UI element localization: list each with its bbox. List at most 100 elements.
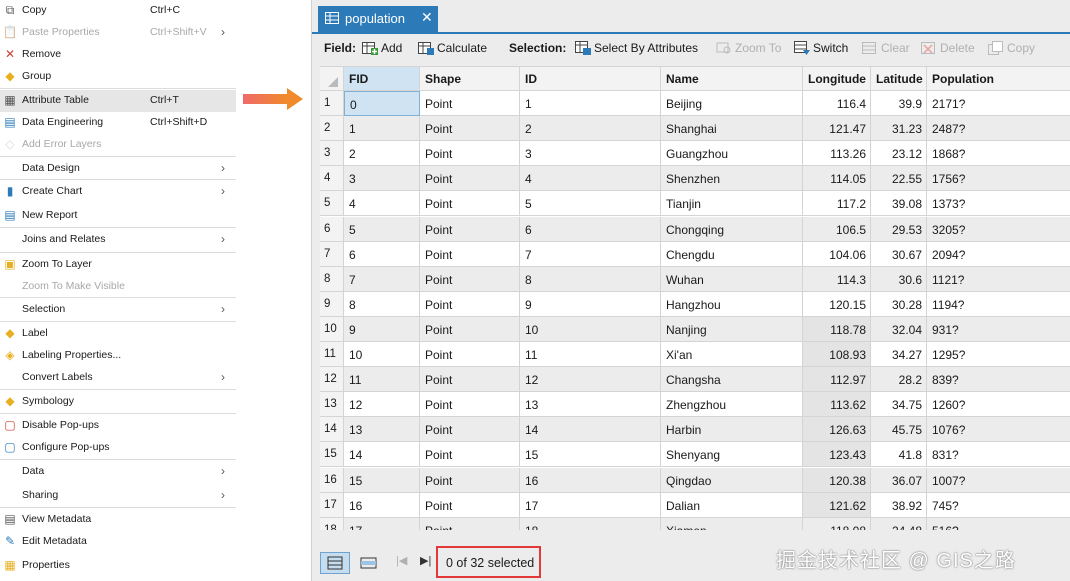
menu-item-data-design[interactable]: Data Design › <box>0 158 236 180</box>
attribute-table-pane: population ✕ Field: Add Calculate Select… <box>311 0 1070 581</box>
table-row[interactable]: 12 11 Point 12 Changsha 112.97 28.2 839? <box>320 367 1070 393</box>
show-selected-records-button[interactable] <box>360 554 378 572</box>
row-number[interactable]: 4 <box>320 166 344 192</box>
table-cell-id: 18 <box>520 517 661 530</box>
row-number[interactable]: 11 <box>320 342 344 367</box>
select-all-corner[interactable] <box>320 67 344 91</box>
row-number[interactable]: 3 <box>320 141 344 167</box>
menu-item-selection[interactable]: Selection › <box>0 299 236 321</box>
row-number[interactable]: 8 <box>320 266 344 292</box>
menu-item-disable-pop-ups[interactable]: ▢ Disable Pop-ups <box>0 415 236 437</box>
row-number[interactable]: 13 <box>320 392 344 418</box>
menu-item-attribute-table[interactable]: ▦ Attribute Table Ctrl+T <box>0 90 236 112</box>
clear-selection-icon <box>862 41 878 55</box>
table-row[interactable]: 11 10 Point 11 Xi'an 108.93 34.27 1295? <box>320 342 1070 367</box>
menu-item-label[interactable]: ◆ Label <box>0 323 236 345</box>
table-row[interactable]: 1817Point18Xiamen118.0824.48516? <box>320 517 1070 530</box>
add-field-button[interactable]: Add <box>362 41 402 55</box>
menu-item-group[interactable]: ◆ Group <box>0 66 236 88</box>
copy-selection-button[interactable]: Copy <box>988 41 1035 55</box>
table-cell-name: Chongqing <box>661 216 803 242</box>
menu-item-edit-metadata[interactable]: ✎ Edit Metadata <box>0 531 236 553</box>
menu-item-new-report[interactable]: ▤ New Report <box>0 205 236 227</box>
add-label: Add <box>381 41 403 55</box>
table-cell-shape: Point <box>420 216 520 242</box>
menu-item-copy[interactable]: ⧉ Copy Ctrl+C <box>0 0 236 22</box>
menu-separator <box>0 507 236 508</box>
table-row[interactable]: 6 5 Point 6 Chongqing 106.5 29.53 3205? <box>320 216 1070 242</box>
menu-item-data[interactable]: Data › <box>0 461 236 483</box>
close-icon[interactable]: ✕ <box>421 9 433 26</box>
table-row[interactable]: 3 2 Point 3 Guangzhou 113.26 23.12 1868? <box>320 141 1070 167</box>
menu-item-symbology[interactable]: ◆ Symbology <box>0 391 236 413</box>
menu-item-convert-labels[interactable]: Convert Labels › <box>0 367 236 389</box>
table-row[interactable]: 1 0 Point 1 Beijing 116.4 39.9 2171? <box>320 91 1070 116</box>
table-cell-id: 10 <box>520 316 661 342</box>
edit-metadata-icon: ✎ <box>4 534 16 548</box>
row-number[interactable]: 12 <box>320 367 344 393</box>
copy-label: Copy <box>1007 41 1036 55</box>
zoom-to-button[interactable]: Zoom To <box>716 41 781 55</box>
menu-item-properties[interactable]: ▦ Properties <box>0 555 236 577</box>
table-row[interactable]: 16 15 Point 16 Qingdao 120.38 36.07 1007? <box>320 467 1070 493</box>
table-row[interactable]: 2 1 Point 2 Shanghai 121.47 31.23 2487? <box>320 116 1070 142</box>
row-number[interactable]: 16 <box>320 467 344 493</box>
delete-selection-button[interactable]: Delete <box>921 41 975 55</box>
table-cell-population: 1007? <box>927 468 1070 493</box>
table-row[interactable]: 15 14 Point 15 Shenyang 123.43 41.8 831? <box>320 442 1070 468</box>
row-number[interactable]: 10 <box>320 316 344 342</box>
table-row[interactable]: 10 9 Point 10 Nanjing 118.78 32.04 931? <box>320 316 1070 342</box>
table-row[interactable]: 8 7 Point 8 Wuhan 114.3 30.6 1121? <box>320 266 1070 292</box>
row-number[interactable]: 6 <box>320 216 344 242</box>
menu-item-zoom-to-make-visible[interactable]: Zoom To Make Visible <box>0 276 236 298</box>
table-row[interactable]: 9 8 Point 9 Hangzhou 120.15 30.28 1194? <box>320 291 1070 317</box>
menu-item-add-error-layers[interactable]: ◇ Add Error Layers <box>0 134 236 156</box>
row-number[interactable]: 7 <box>320 241 344 267</box>
switch-selection-button[interactable]: Switch <box>794 41 848 55</box>
menu-item-labeling-properties[interactable]: ◈ Labeling Properties... <box>0 345 236 367</box>
menu-item-view-metadata[interactable]: ▤ View Metadata <box>0 509 236 531</box>
row-number[interactable]: 9 <box>320 291 344 317</box>
table-row[interactable]: 5 4 Point 5 Tianjin 117.2 39.08 1373? <box>320 191 1070 217</box>
select-by-attributes-label: Select By Attributes <box>594 41 699 55</box>
first-record-icon[interactable]: |◀ <box>396 554 410 570</box>
select-by-attributes-button[interactable]: Select By Attributes <box>575 41 698 55</box>
tab-population[interactable]: population ✕ <box>318 6 438 32</box>
table-cell-population: 2487? <box>927 116 1070 142</box>
menu-item-paste-properties[interactable]: 📋 Paste Properties Ctrl+Shift+V › <box>0 22 236 44</box>
column-header-id[interactable]: ID <box>520 67 661 91</box>
column-header-longitude[interactable]: Longitude <box>803 67 871 91</box>
column-header-population[interactable]: Population <box>927 67 1070 91</box>
row-number[interactable]: 14 <box>320 417 344 443</box>
table-row[interactable]: 14 13 Point 14 Harbin 126.63 45.75 1076? <box>320 417 1070 443</box>
show-all-records-button[interactable] <box>320 552 350 574</box>
calculate-field-button[interactable]: Calculate <box>418 41 487 55</box>
menu-item-configure-pop-ups[interactable]: ▢ Configure Pop-ups <box>0 437 236 459</box>
column-header-shape[interactable]: Shape <box>420 67 520 91</box>
row-number[interactable]: 15 <box>320 442 344 468</box>
table-cell-name: Guangzhou <box>661 141 803 167</box>
row-number[interactable]: 2 <box>320 116 344 142</box>
table-row[interactable]: 13 12 Point 13 Zhengzhou 113.62 34.75 1260? <box>320 392 1070 418</box>
column-header-name[interactable]: Name <box>661 67 803 91</box>
table-row[interactable]: 4 3 Point 4 Shenzhen 114.05 22.55 1756? <box>320 166 1070 192</box>
menu-item-sharing[interactable]: Sharing › <box>0 485 236 507</box>
row-number[interactable]: 1 <box>320 91 344 116</box>
clear-selection-button[interactable]: Clear <box>862 41 910 55</box>
row-number[interactable]: 17 <box>320 492 344 518</box>
menu-item-label: Remove <box>22 48 62 60</box>
table-row[interactable]: 17 16 Point 17 Dalian 121.62 38.92 745? <box>320 492 1070 518</box>
column-header-latitude[interactable]: Latitude <box>871 67 927 91</box>
row-number[interactable]: 5 <box>320 191 344 217</box>
last-record-icon[interactable]: ▶| <box>420 554 434 570</box>
calculate-icon <box>418 41 434 55</box>
menu-item-remove[interactable]: ✕ Remove <box>0 44 236 66</box>
table-cell-latitude: 34.27 <box>871 342 927 367</box>
menu-item-create-chart[interactable]: ▮ Create Chart › <box>0 181 236 203</box>
table-row[interactable]: 7 6 Point 7 Chengdu 104.06 30.67 2094? <box>320 241 1070 267</box>
row-number[interactable]: 18 <box>320 517 344 530</box>
column-header-fid[interactable]: FID <box>344 67 420 91</box>
menu-item-joins-and-relates[interactable]: Joins and Relates › <box>0 229 236 251</box>
menu-item-data-engineering[interactable]: ▤ Data Engineering Ctrl+Shift+D <box>0 112 236 134</box>
menu-item-zoom-to-layer[interactable]: ▣ Zoom To Layer <box>0 254 236 276</box>
